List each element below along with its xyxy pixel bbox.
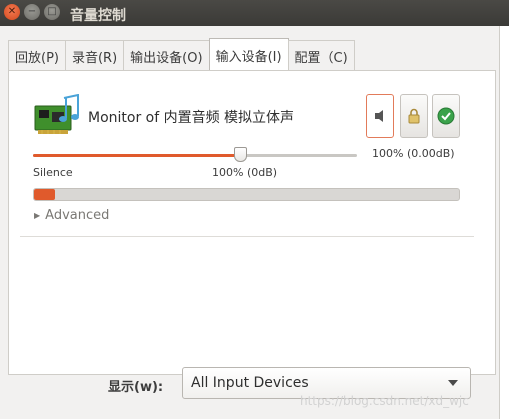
speaker-muted-icon (375, 110, 383, 122)
advanced-label: Advanced (45, 208, 110, 223)
set-fallback-button[interactable] (432, 94, 460, 138)
device-name: Monitor of 内置音频 模拟立体声 (88, 110, 295, 126)
tab-recording[interactable]: 录音(R) (64, 40, 125, 72)
show-label: 显示(w): (108, 380, 164, 395)
tab-playback[interactable]: 回放(P) (8, 40, 66, 72)
maximize-icon[interactable]: □ (44, 4, 60, 20)
watermark: https://blog.csdn.net/xd_wjc (300, 394, 469, 408)
volume-slider-fill (33, 154, 240, 157)
lock-channels-button[interactable] (400, 94, 428, 138)
tab-output-devices[interactable]: 输出设备(O) (123, 40, 210, 72)
level-meter (33, 188, 460, 201)
volume-percent: 100% (0.00dB) (372, 147, 455, 160)
window-title: 音量控制 (70, 8, 126, 24)
audio-card-icon (34, 94, 79, 134)
tab-input-devices[interactable]: 输入设备(I) (208, 38, 289, 72)
level-meter-fill (34, 189, 56, 200)
chevron-down-icon (448, 380, 458, 386)
close-icon[interactable]: ✕ (4, 4, 20, 20)
tab-bar: 回放(P) 录音(R) 输出设备(O) 输入设备(I) 配置（C) (8, 38, 355, 72)
lock-icon (408, 108, 420, 124)
divider (20, 236, 474, 237)
mute-button[interactable] (366, 94, 394, 138)
title-bar: ✕ − □ 音量控制 (0, 0, 509, 26)
tab-configuration[interactable]: 配置（C) (287, 40, 355, 72)
expander-arrow-icon: ▶ (34, 211, 41, 220)
silence-label: Silence (33, 166, 73, 179)
minimize-icon[interactable]: − (24, 4, 40, 20)
show-devices-value: All Input Devices (191, 375, 309, 391)
check-circle-icon (437, 107, 455, 125)
hundred-percent-label: 100% (0dB) (212, 166, 278, 179)
volume-slider[interactable] (33, 147, 357, 162)
volume-slider-handle[interactable] (234, 147, 247, 162)
advanced-expander[interactable]: ▶ Advanced (34, 208, 109, 223)
